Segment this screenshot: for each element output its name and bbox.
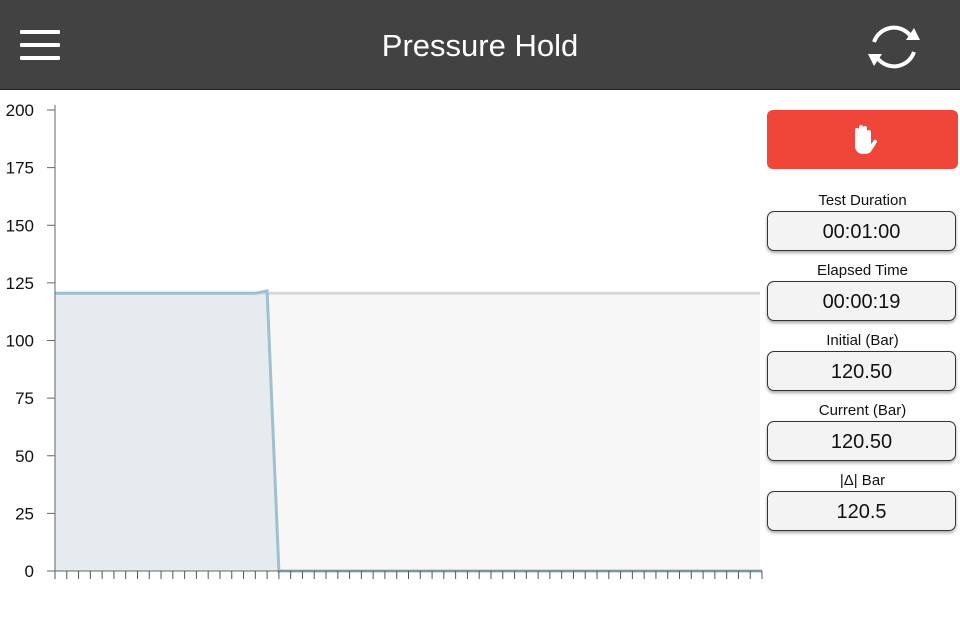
y-tick-label: 0 xyxy=(25,562,34,581)
readout-label: Elapsed Time xyxy=(817,262,908,279)
readout-value: 120.50 xyxy=(767,351,956,391)
y-tick-label: 75 xyxy=(15,389,34,408)
y-tick-label: 200 xyxy=(6,101,34,120)
readout-value: 120.50 xyxy=(767,421,956,461)
side-panel: Test Duration 00:01:00 Elapsed Time 00:00:1… xyxy=(767,110,958,541)
readout-value: 00:00:19 xyxy=(767,281,956,321)
y-tick-label: 50 xyxy=(15,447,34,466)
y-tick-label: 125 xyxy=(6,274,34,293)
refresh-icon[interactable] xyxy=(862,20,926,74)
pressure-chart: 0 25 50 75 100 125 150 175 200 xyxy=(6,101,763,581)
readout-value: 120.5 xyxy=(767,491,956,531)
page-title: Pressure Hold xyxy=(381,28,579,63)
hand-stop-icon xyxy=(854,124,877,154)
readout-label: Test Duration xyxy=(818,192,907,209)
y-tick-label: 175 xyxy=(6,159,34,178)
y-tick-label: 25 xyxy=(15,504,34,523)
readout-label: Current (Bar) xyxy=(818,402,907,419)
readout-label: |Δ| Bar xyxy=(839,472,886,489)
y-tick-label: 150 xyxy=(6,216,34,235)
readout-value: 00:01:00 xyxy=(767,211,956,251)
top-bar: Pressure Hold xyxy=(0,0,960,90)
y-tick-label: 100 xyxy=(6,332,34,351)
readout-label: Initial (Bar) xyxy=(826,332,899,349)
stop-button[interactable] xyxy=(767,110,958,169)
